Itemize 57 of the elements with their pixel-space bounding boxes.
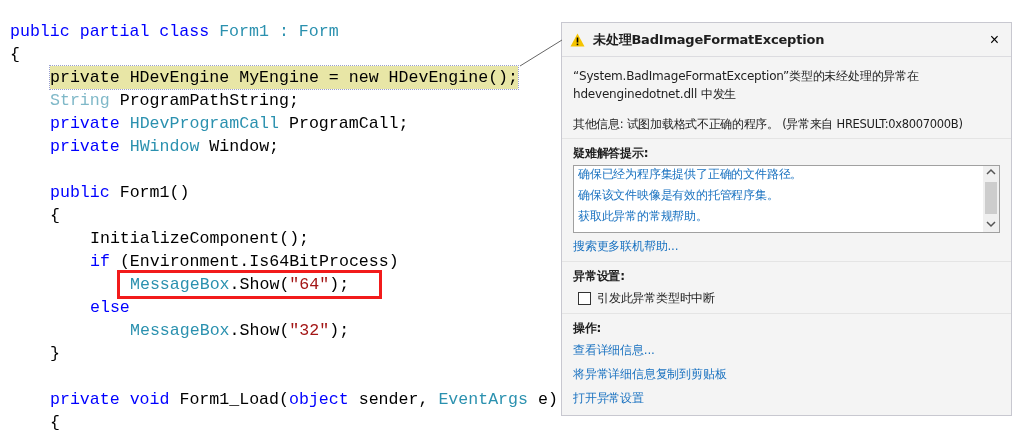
code-type: MessageBox <box>130 320 230 342</box>
code-type: String <box>50 90 110 112</box>
tip-link[interactable]: 获取此异常的常规帮助。 <box>578 208 979 225</box>
code-text: ); <box>329 275 350 294</box>
tip-link[interactable]: 确保已经为程序集提供了正确的文件路径。 <box>578 166 979 183</box>
code-keyword: public partial class <box>10 21 210 43</box>
code-text: ); <box>329 320 350 342</box>
section-heading: 疑难解答提示: <box>573 145 650 162</box>
code-text: { <box>50 205 60 227</box>
code-keyword: public <box>50 182 110 204</box>
code-text: ProgramPathString; <box>119 90 299 112</box>
code-keyword: if <box>90 251 110 273</box>
close-button[interactable]: × <box>985 30 1003 49</box>
tip-link[interactable]: 确保该文件映像是有效的托管程序集。 <box>578 187 979 204</box>
checkbox[interactable] <box>578 292 591 305</box>
code-text: Window; <box>209 136 280 158</box>
code-type: Form <box>298 21 339 43</box>
code-type: MessageBox <box>130 275 230 294</box>
checkbox-label: 引发此异常类型时中断 <box>597 290 715 307</box>
section-heading: 操作: <box>573 320 603 337</box>
code-text: ProgramCall; <box>289 113 409 135</box>
code-keyword: private void <box>50 389 170 411</box>
code-text: } <box>50 343 60 365</box>
code-keyword: object <box>289 389 349 411</box>
section-heading: 异常设置: <box>573 268 626 285</box>
scroll-down-icon[interactable] <box>983 218 999 230</box>
action-link[interactable]: 查看详细信息... <box>573 342 1000 359</box>
action-link[interactable]: 将异常详细信息复制到剪贴板 <box>573 366 1000 383</box>
code-keyword: private <box>50 113 120 135</box>
code-text: .Show( <box>229 320 290 342</box>
code-keyword: private <box>50 136 120 158</box>
warning-icon <box>570 32 585 47</box>
code-text: Form1() <box>119 182 190 204</box>
code-text: private HDevEngine MyEngine = new HDevEngine(); <box>50 68 519 87</box>
action-link[interactable]: 打开异常设置 <box>573 390 1000 407</box>
leader-line <box>519 39 563 67</box>
code-text: e) <box>537 389 558 411</box>
code-text: sender, <box>358 389 429 411</box>
help-link[interactable]: 搜索更多联机帮助... <box>573 238 1000 255</box>
code-text: .Show( <box>229 275 290 294</box>
scrollbar[interactable] <box>983 166 999 232</box>
code-type: EventArgs <box>438 389 528 411</box>
code-keyword: else <box>90 297 130 319</box>
code-text: { <box>50 412 60 434</box>
code-text: (Environment.Is64BitProcess) <box>119 251 399 273</box>
code-type: HDevProgramCall <box>129 113 280 135</box>
additional-info: 其他信息: 试图加载格式不正确的程序。 (异常来自 HRESULT:0x8007000B) <box>573 117 964 132</box>
code-type: : <box>278 21 289 43</box>
code-string: "64" <box>289 275 330 294</box>
code-text: InitializeComponent(); <box>90 228 310 250</box>
exception-message: “System.BadImageFormatException”类型的未经处理的异常在 hdevenginedotnet.dll 中发生 <box>573 68 920 103</box>
code-type: HWindow <box>129 136 200 158</box>
code-text: { <box>10 44 20 66</box>
dialog-title: 未处理BadImageFormatException <box>593 30 826 49</box>
code-text: Form1_Load( <box>179 389 289 411</box>
code-string: "32" <box>289 320 330 342</box>
code-type: Form1 <box>219 21 269 43</box>
